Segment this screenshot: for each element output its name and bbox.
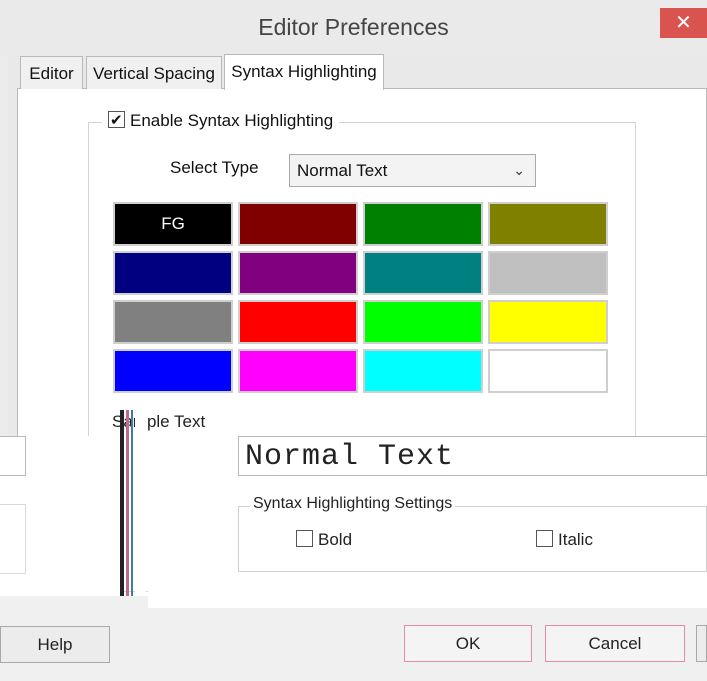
color-swatch[interactable] [113, 300, 233, 344]
divider [148, 596, 707, 608]
select-type-dropdown[interactable]: Normal Text ⌄ [289, 154, 536, 187]
ok-button[interactable]: OK [404, 625, 532, 662]
color-swatch[interactable] [488, 300, 608, 344]
select-type-value: Normal Text [297, 161, 388, 180]
color-swatch[interactable] [363, 202, 483, 246]
enable-syntax-label: Enable Syntax Highlighting [130, 111, 334, 130]
color-swatch[interactable] [488, 251, 608, 295]
close-button[interactable]: ✕ [660, 8, 707, 38]
tab-editor[interactable]: Editor [20, 56, 83, 89]
color-swatch[interactable] [113, 251, 233, 295]
tab-vertical-spacing[interactable]: Vertical Spacing [86, 56, 222, 89]
swatch-label: FG [161, 214, 185, 233]
partial-button[interactable] [696, 625, 707, 662]
select-type-label: Select Type [170, 158, 259, 177]
color-swatch[interactable] [113, 349, 233, 393]
checkbox-checked-icon [108, 108, 125, 134]
sample-text-preview: Normal Text [238, 436, 707, 476]
bold-label: Bold [318, 530, 353, 549]
color-swatch[interactable] [363, 349, 483, 393]
italic-label: Italic [558, 530, 593, 549]
color-swatch[interactable] [238, 300, 358, 344]
color-swatch[interactable] [238, 202, 358, 246]
checkbox-unchecked-icon [536, 530, 553, 548]
settings-group-label: Syntax Highlighting Settings [250, 495, 456, 513]
italic-checkbox[interactable]: Italic [536, 530, 593, 550]
bold-checkbox[interactable]: Bold [296, 530, 352, 550]
close-icon: ✕ [675, 12, 692, 34]
color-swatch[interactable] [488, 202, 608, 246]
color-swatch[interactable]: FG [113, 202, 233, 246]
cancel-button[interactable]: Cancel [545, 625, 685, 662]
color-swatch[interactable] [363, 251, 483, 295]
color-swatch[interactable] [488, 349, 608, 393]
checkbox-unchecked-icon [296, 530, 313, 548]
window-title: Editor Preferences [258, 14, 449, 40]
color-swatch[interactable] [363, 300, 483, 344]
glitch-field [0, 504, 26, 574]
help-button[interactable]: Help [0, 626, 110, 663]
color-swatch[interactable] [238, 349, 358, 393]
chevron-down-icon: ⌄ [513, 162, 525, 178]
tab-syntax-highlighting[interactable]: Syntax Highlighting [224, 54, 384, 90]
enable-syntax-checkbox[interactable]: Enable Syntax Highlighting [102, 108, 340, 134]
glitch-field [0, 436, 26, 476]
color-swatch[interactable] [238, 251, 358, 295]
